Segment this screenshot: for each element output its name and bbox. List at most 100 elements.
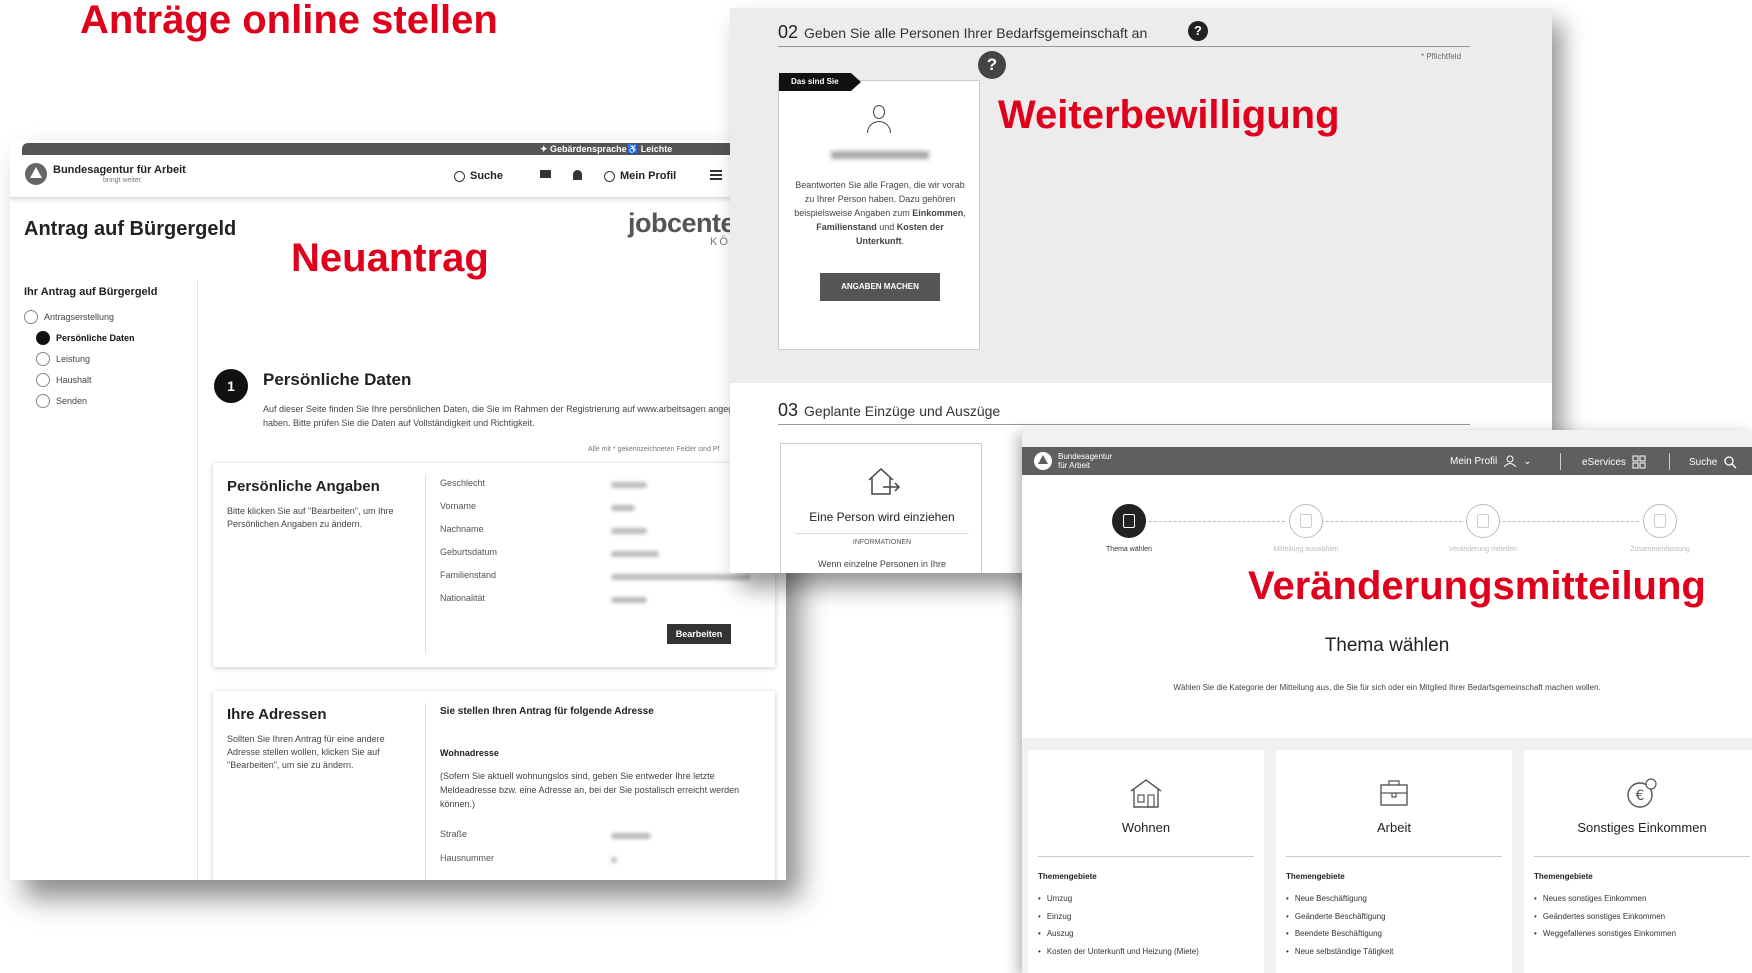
profile-nav[interactable]: Mein Profil bbox=[604, 170, 676, 182]
step-label: Zusammenfassung bbox=[1630, 546, 1690, 553]
user-icon bbox=[604, 170, 615, 182]
stepper-connector bbox=[1306, 521, 1462, 522]
sign-language-link[interactable]: ✦ Gebärdensprache bbox=[540, 143, 627, 155]
accessibility-bar: ✦ Gebärdensprache ♿ Leichte bbox=[22, 143, 782, 155]
blurred-value bbox=[611, 505, 635, 511]
themes-label: Themengebiete bbox=[1534, 872, 1593, 881]
topic-title: Arbeit bbox=[1377, 820, 1411, 835]
help-icon[interactable]: ? bbox=[978, 51, 1006, 79]
list-item[interactable]: Kosten der Unterkunft und Heizung (Miete… bbox=[1038, 943, 1199, 961]
sidebar-divider bbox=[197, 280, 198, 880]
brand-name: Bundesagentur für Arbeit bbox=[53, 164, 186, 176]
card-divider bbox=[425, 703, 426, 880]
personal-data-card: Persönliche Angaben Bitte klicken Sie au… bbox=[213, 463, 775, 667]
list-item[interactable]: Beendete Beschäftigung bbox=[1286, 925, 1393, 943]
field-label: Geburtsdatum bbox=[440, 547, 498, 557]
themes-label: Themengebiete bbox=[1038, 872, 1097, 881]
sidebar-step-antragserstellung[interactable]: Antragserstellung bbox=[24, 310, 114, 324]
label-veraenderungsmitteilung: Veränderungsmitteilung bbox=[1248, 564, 1706, 608]
sidebar-step-senden[interactable]: Senden bbox=[36, 394, 87, 408]
edit-document-icon bbox=[1477, 514, 1489, 528]
address-heading: Sie stellen Ihren Antrag für folgende Ad… bbox=[440, 706, 654, 717]
mail-nav[interactable] bbox=[540, 170, 551, 178]
stepper-connector bbox=[1483, 521, 1639, 522]
person-tag: Das sind Sie bbox=[779, 73, 861, 91]
section-divider bbox=[778, 424, 1470, 425]
person-card: Das sind Sie Beantworten Sie alle Fragen… bbox=[778, 73, 980, 350]
card-divider bbox=[1038, 856, 1254, 857]
list-item[interactable]: Einzug bbox=[1038, 908, 1199, 926]
topic-list: Neue Beschäftigung Geänderte Beschäftigu… bbox=[1286, 890, 1394, 961]
notifications-nav[interactable] bbox=[573, 170, 582, 180]
topic-list: Umzug Einzug Auszug Kosten der Unterkunf… bbox=[1038, 890, 1199, 960]
list-item[interactable]: Geändertes sonstiges Einkommen bbox=[1534, 908, 1676, 926]
search-icon bbox=[454, 170, 465, 182]
list-item[interactable]: Auszug bbox=[1038, 925, 1199, 943]
step-label: Thema wählen bbox=[1106, 546, 1152, 553]
help-icon[interactable]: ? bbox=[1188, 21, 1208, 41]
field-label: Nationalität bbox=[440, 593, 486, 603]
field-label: Vorname bbox=[440, 501, 477, 511]
move-in-text: Wenn einzelne Personen in Ihre bbox=[818, 559, 946, 569]
slide: Anträge online stellen ✦ Gebärdensprache… bbox=[0, 0, 1752, 973]
section-02-heading: 02 Geben Sie alle Personen Ihrer Bedarfsg… bbox=[778, 22, 1148, 42]
stepper-connector bbox=[1129, 521, 1285, 522]
section-text: Auf dieser Seite finden Sie Ihre persönl… bbox=[263, 404, 754, 428]
list-icon bbox=[1123, 514, 1135, 528]
slide-title: Anträge online stellen bbox=[80, 0, 498, 42]
blurred-value bbox=[611, 833, 651, 839]
topic-card-arbeit[interactable]: Arbeit Themengebiete Neue Beschäftigung … bbox=[1276, 750, 1512, 973]
step-label: Mitteilung auswählen bbox=[1273, 546, 1339, 553]
blurred-value bbox=[611, 857, 617, 863]
topic-list: Neues sonstiges Einkommen Geändertes son… bbox=[1534, 890, 1676, 943]
section-title: Persönliche Daten bbox=[263, 370, 412, 389]
svg-text:€: € bbox=[1636, 788, 1645, 804]
topic-card-sonstiges-einkommen[interactable]: € Sonstiges Einkommen Themengebiete Neue… bbox=[1524, 750, 1752, 973]
card-text: Bitte klicken Sie auf "Bearbeiten", um I… bbox=[227, 506, 394, 529]
easy-language-link[interactable]: ♿ Leichte bbox=[627, 143, 672, 155]
card-text: Sollten Sie Ihren Antrag für eine andere… bbox=[227, 734, 385, 770]
edit-button[interactable]: Bearbeiten bbox=[667, 624, 731, 644]
list-item[interactable]: Umzug bbox=[1038, 890, 1199, 908]
step-number-badge: 1 bbox=[214, 369, 248, 403]
list-item[interactable]: Weggefallenes sonstiges Einkommen bbox=[1534, 925, 1676, 943]
search-nav[interactable]: Suche bbox=[454, 170, 503, 182]
sidebar-step-leistung[interactable]: Leistung bbox=[36, 352, 90, 366]
blurred-value bbox=[611, 482, 647, 488]
document-icon bbox=[1300, 514, 1312, 528]
step-thema-waehlen[interactable] bbox=[1112, 504, 1146, 538]
radio-icon bbox=[24, 310, 38, 324]
topic-card-wohnen[interactable]: Wohnen Themengebiete Umzug Einzug Auszug… bbox=[1028, 750, 1264, 973]
required-note: Alle mit * gekennzeichneten Felder sind … bbox=[588, 446, 720, 453]
address-card: Ihre Adressen Sollten Sie Ihren Antrag f… bbox=[213, 691, 775, 880]
progress-stepper: Thema wählen Mitteilung auswählen Veränd… bbox=[1022, 430, 1752, 560]
card-divider bbox=[795, 533, 969, 534]
provide-details-button[interactable]: ANGABEN MACHEN bbox=[820, 273, 940, 301]
section-divider bbox=[778, 46, 1470, 47]
menu-nav[interactable] bbox=[710, 170, 722, 180]
section-03-heading: 03 Geplante Einzüge und Auszüge bbox=[778, 400, 1001, 420]
move-in-card[interactable]: Eine Person wird einziehen INFORMATIONEN… bbox=[780, 443, 982, 573]
list-item[interactable]: Geänderte Beschäftigung bbox=[1286, 908, 1393, 926]
sidebar-step-haushalt[interactable]: Haushalt bbox=[36, 373, 92, 387]
radio-icon bbox=[36, 394, 50, 408]
blurred-value bbox=[611, 574, 751, 580]
list-item[interactable]: Neues sonstiges Einkommen bbox=[1534, 890, 1676, 908]
radio-filled-icon bbox=[36, 331, 50, 345]
list-item[interactable]: Neue Beschäftigung bbox=[1286, 890, 1393, 908]
themes-label: Themengebiete bbox=[1286, 872, 1345, 881]
sidebar-step-persoenliche-daten[interactable]: Persönliche Daten bbox=[36, 331, 135, 345]
ba-logo-icon[interactable] bbox=[25, 163, 47, 185]
person-card-text: Beantworten Sie alle Fragen, die wir vor… bbox=[794, 180, 966, 246]
field-label: Hausnummer bbox=[440, 853, 495, 863]
required-note: * Pflichtfeld bbox=[1421, 52, 1462, 61]
list-item[interactable]: Neue selbständige Tätigkeit bbox=[1286, 943, 1394, 961]
briefcase-icon bbox=[1380, 780, 1408, 806]
euro-icon: € bbox=[1627, 778, 1657, 808]
step-zusammenfassung[interactable] bbox=[1643, 504, 1677, 538]
step-veraenderung-mitteilen[interactable] bbox=[1466, 504, 1500, 538]
step-mitteilung-auswaehlen[interactable] bbox=[1289, 504, 1323, 538]
card-title: Ihre Adressen bbox=[227, 706, 327, 723]
label-neuantrag: Neuantrag bbox=[291, 236, 489, 280]
page-description: Wählen Sie die Kategorie der Mitteilung … bbox=[1173, 683, 1601, 692]
